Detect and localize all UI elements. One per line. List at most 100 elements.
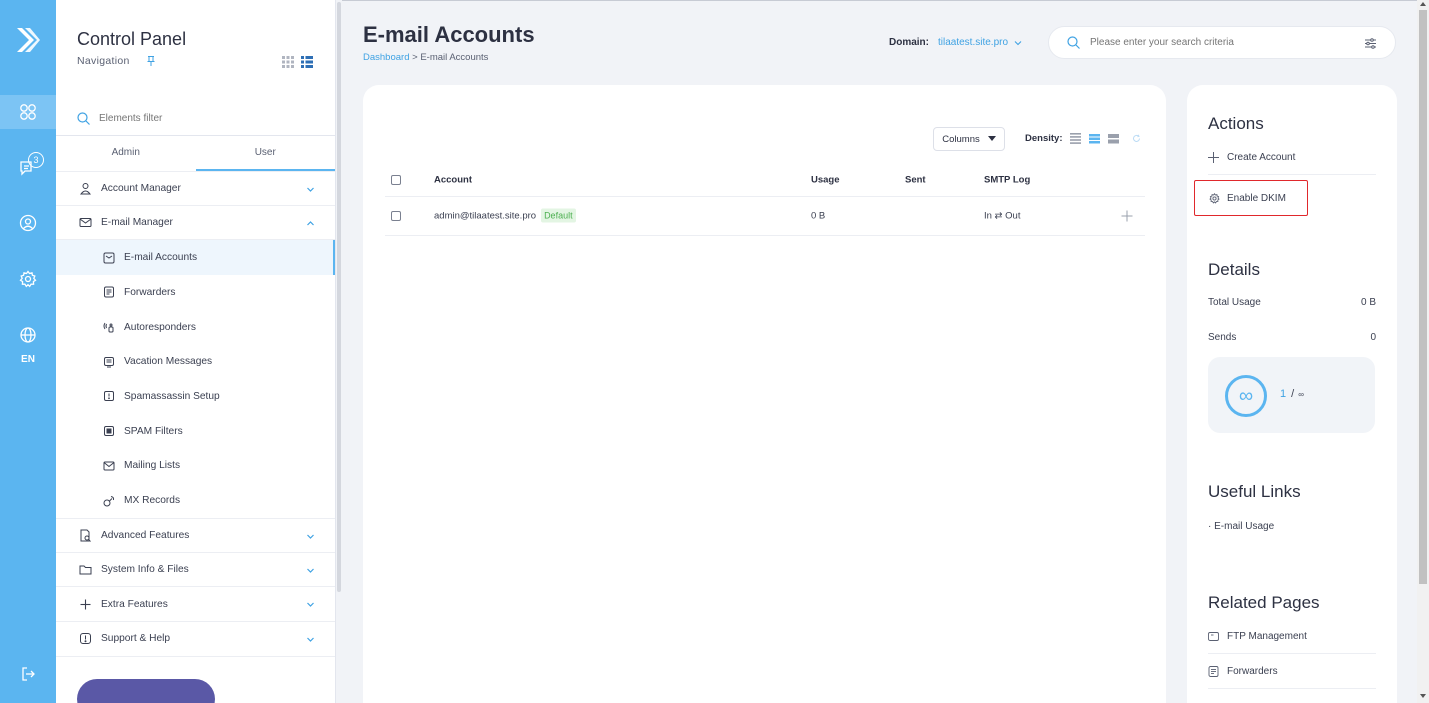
select-all-checkbox[interactable] bbox=[391, 174, 401, 185]
filter-settings-icon[interactable] bbox=[1364, 37, 1377, 50]
search-input[interactable] bbox=[1090, 37, 1350, 48]
broadcast-icon bbox=[103, 322, 114, 333]
rail-messages[interactable] bbox=[0, 150, 56, 184]
total-usage-label: Total Usage bbox=[1208, 297, 1261, 308]
rail-logout[interactable] bbox=[0, 657, 56, 691]
nav-scrollbar[interactable] bbox=[336, 0, 342, 703]
envelope-icon bbox=[79, 218, 92, 228]
columns-button[interactable]: Columns bbox=[933, 127, 1005, 151]
submenu-label: Autoresponders bbox=[124, 321, 196, 333]
document-icon bbox=[1208, 666, 1219, 677]
page-title: E-mail Accounts bbox=[363, 22, 535, 47]
breadcrumb-dashboard[interactable]: Dashboard bbox=[363, 52, 409, 63]
submenu-autoresponders[interactable]: Autoresponders bbox=[56, 310, 335, 345]
menu-support-help[interactable]: Support & Help bbox=[56, 622, 335, 657]
submenu-mx-records[interactable]: MX Records bbox=[56, 483, 335, 518]
expand-row-icon[interactable] bbox=[1121, 210, 1133, 222]
submenu-vacation-messages[interactable]: Vacation Messages bbox=[56, 344, 335, 379]
logout-icon bbox=[22, 667, 35, 681]
submenu-label: Mailing Lists bbox=[124, 460, 181, 472]
density-control: Density: bbox=[1025, 133, 1141, 144]
scroll-up-arrow-icon[interactable] bbox=[1420, 2, 1426, 6]
menu-system-info[interactable]: System Info & Files bbox=[56, 553, 335, 588]
column-header-usage[interactable]: Usage bbox=[811, 174, 840, 185]
useful-links-title: Useful Links bbox=[1208, 482, 1301, 501]
actions-title: Actions bbox=[1208, 114, 1264, 133]
email-usage-link[interactable]: · E-mail Usage bbox=[1208, 521, 1274, 532]
breadcrumb-separator: > bbox=[409, 52, 421, 63]
table-row[interactable]: admin@tilaatest.site.pro Default 0 B In ⇄… bbox=[385, 197, 1145, 236]
sends-value: 0 bbox=[1370, 332, 1376, 343]
mail-icon bbox=[103, 461, 115, 471]
mx-key-icon bbox=[103, 495, 115, 507]
caret-down-icon bbox=[987, 136, 996, 141]
quota-used: 1 bbox=[1280, 388, 1287, 400]
nav-menu: Account Manager E-mail Manager E-mail Ac… bbox=[56, 171, 335, 657]
related-forwarders[interactable]: Forwarders bbox=[1208, 655, 1376, 689]
domain-label: Domain: bbox=[889, 37, 929, 48]
elements-filter-input[interactable] bbox=[99, 112, 299, 124]
nav-scrollbar-thumb[interactable] bbox=[337, 2, 341, 592]
grid-view-icon[interactable] bbox=[282, 56, 294, 68]
submenu-mailing-lists[interactable]: Mailing Lists bbox=[56, 449, 335, 484]
domain-value[interactable]: tilaatest.site.pro bbox=[938, 37, 1008, 48]
menu-label: Support & Help bbox=[101, 633, 171, 645]
inbox-icon bbox=[103, 252, 115, 264]
pin-icon[interactable] bbox=[146, 55, 156, 67]
create-account-action[interactable]: Create Account bbox=[1208, 141, 1376, 175]
navigation-panel: Control Panel Navigation Admin User Acco… bbox=[56, 0, 336, 703]
infinity-ring-icon: ∞ bbox=[1225, 375, 1267, 417]
elements-filter bbox=[77, 108, 317, 128]
refresh-icon[interactable] bbox=[1132, 134, 1141, 143]
breadcrumb: Dashboard > E-mail Accounts bbox=[363, 52, 488, 63]
column-header-smtp-log[interactable]: SMTP Log bbox=[984, 174, 1030, 185]
density-comfortable-icon[interactable] bbox=[1108, 133, 1120, 144]
menu-advanced-features[interactable]: Advanced Features bbox=[56, 517, 335, 553]
global-search bbox=[1048, 26, 1396, 59]
side-panel: Actions Create Account Enable DKIM Detai… bbox=[1187, 85, 1397, 703]
related-label: Forwarders bbox=[1227, 666, 1278, 677]
submenu-spamassassin[interactable]: Spamassassin Setup bbox=[56, 379, 335, 414]
filter-square-icon bbox=[104, 426, 114, 437]
quota-separator: / bbox=[1291, 388, 1295, 400]
density-standard-icon[interactable] bbox=[1089, 133, 1101, 144]
nav-title: Control Panel bbox=[77, 29, 187, 49]
row-checkbox[interactable] bbox=[391, 211, 401, 221]
domain-selector[interactable]: Domain: tilaatest.site.pro bbox=[889, 37, 1022, 48]
density-compact-icon[interactable] bbox=[1070, 133, 1082, 144]
list-view-icon[interactable] bbox=[301, 56, 313, 68]
rail-dashboard[interactable] bbox=[0, 95, 56, 129]
tab-user[interactable]: User bbox=[195, 136, 335, 171]
user-icon bbox=[79, 182, 92, 195]
submenu-forwarders[interactable]: Forwarders bbox=[56, 275, 335, 310]
icon-rail: 3 EN bbox=[0, 0, 56, 703]
submenu-spam-filters[interactable]: SPAM Filters bbox=[56, 414, 335, 449]
search-icon bbox=[1067, 36, 1080, 49]
menu-email-manager[interactable]: E-mail Manager bbox=[56, 206, 335, 241]
menu-label: E-mail Manager bbox=[101, 217, 173, 229]
tab-admin[interactable]: Admin bbox=[56, 136, 196, 171]
nav-bottom-button[interactable] bbox=[77, 679, 215, 703]
app-logo-icon[interactable] bbox=[13, 25, 43, 55]
quota-text: 1 /∞ bbox=[1280, 388, 1304, 400]
quota-widget: ∞ 1/∞ bbox=[1208, 357, 1375, 433]
alert-icon bbox=[80, 633, 91, 645]
smtp-log-cell[interactable]: In ⇄ Out bbox=[984, 211, 1020, 222]
column-header-account[interactable]: Account bbox=[434, 174, 472, 185]
menu-account-manager[interactable]: Account Manager bbox=[56, 171, 335, 206]
scroll-down-arrow-icon[interactable] bbox=[1420, 694, 1426, 698]
enable-dkim-action[interactable]: Enable DKIM bbox=[1194, 180, 1308, 216]
window-scrollbar[interactable] bbox=[1417, 0, 1429, 703]
related-ftp-management[interactable]: FTP Management bbox=[1208, 620, 1376, 654]
rail-language[interactable] bbox=[0, 318, 56, 352]
menu-label: Advanced Features bbox=[101, 529, 190, 541]
submenu-email-accounts[interactable]: E-mail Accounts bbox=[56, 240, 335, 276]
rail-settings[interactable] bbox=[0, 262, 56, 296]
rail-profile[interactable] bbox=[0, 206, 56, 240]
account-email[interactable]: admin@tilaatest.site.pro bbox=[434, 211, 536, 222]
column-header-sent[interactable]: Sent bbox=[905, 174, 926, 185]
window-scrollbar-thumb[interactable] bbox=[1419, 10, 1427, 584]
language-label[interactable]: EN bbox=[0, 354, 56, 365]
plus-icon bbox=[1208, 152, 1219, 163]
menu-extra-features[interactable]: Extra Features bbox=[56, 587, 335, 622]
